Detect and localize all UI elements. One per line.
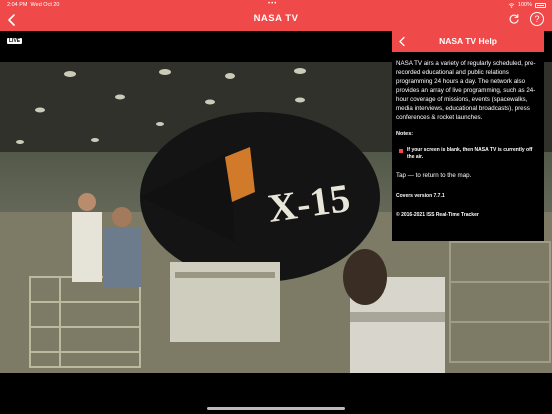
live-badge: LIVE (7, 38, 23, 44)
status-time: 2:04 PM (7, 2, 28, 8)
status-time-date: 2:04 PM Wed Oct 20 (7, 2, 60, 8)
help-panel-body: NASA TV airs a variety of regularly sche… (396, 60, 540, 231)
help-panel: NASA TV Help NASA TV airs a variety of r… (392, 31, 544, 241)
help-panel-title: NASA TV Help (439, 36, 497, 46)
page-title: NASA TV (253, 13, 299, 24)
top-bar: 2:04 PM Wed Oct 20 ••• 100% NASA TV ? (0, 0, 552, 31)
help-intro-text: NASA TV airs a variety of regularly sche… (396, 60, 536, 121)
bullet-icon (399, 148, 403, 153)
help-panel-header: NASA TV Help (392, 31, 544, 52)
multitasking-dots-icon[interactable]: ••• (268, 1, 277, 7)
help-question-icon[interactable]: ? (530, 12, 544, 26)
status-date: Wed Oct 20 (30, 2, 60, 8)
notes-label: Notes: (396, 130, 414, 137)
tap-instruction: Tap — to return to the map. (396, 171, 472, 179)
copyright-text: © 2016-2021 ISS Real-Time Tracker (396, 212, 479, 219)
battery-percent: 100% (517, 2, 532, 8)
note-item: If your screen is blank, then NASA TV is… (399, 147, 540, 162)
wifi-icon (508, 2, 515, 8)
battery-icon (535, 2, 546, 8)
refresh-icon[interactable] (508, 13, 520, 25)
version-text: Covers version 7.7.1 (396, 192, 445, 199)
status-indicators: 100% (508, 2, 546, 8)
note-text: If your screen is blank, then NASA TV is… (407, 146, 533, 161)
home-indicator[interactable] (207, 407, 345, 410)
